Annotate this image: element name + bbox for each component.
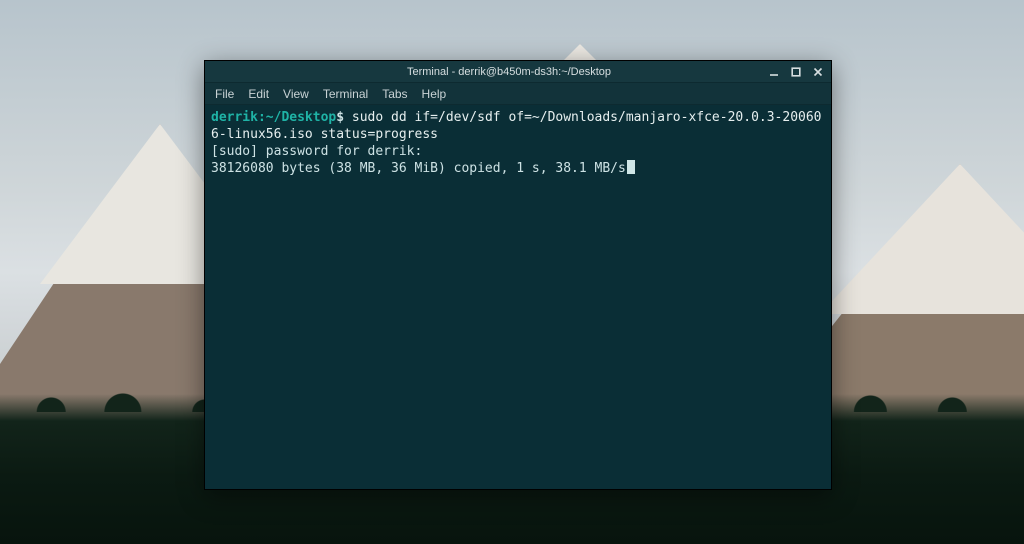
minimize-button[interactable] (767, 65, 781, 79)
desktop-wallpaper: Terminal - derrik@b450m-ds3h:~/Desktop F… (0, 0, 1024, 544)
prompt-separator: $ (336, 110, 344, 125)
menubar: File Edit View Terminal Tabs Help (205, 83, 831, 105)
maximize-icon (791, 67, 801, 77)
output-line: [sudo] password for derrik: (211, 144, 422, 159)
prompt-user-host: derrik: (211, 110, 266, 125)
terminal-body[interactable]: derrik:~/Desktop$ sudo dd if=/dev/sdf of… (205, 105, 831, 489)
menu-view[interactable]: View (283, 87, 309, 101)
close-button[interactable] (811, 65, 825, 79)
close-icon (813, 67, 823, 77)
output-line: 38126080 bytes (38 MB, 36 MiB) copied, 1… (211, 161, 626, 176)
minimize-icon (769, 67, 779, 77)
menu-help[interactable]: Help (422, 87, 447, 101)
prompt-path: ~/Desktop (266, 110, 336, 125)
menu-tabs[interactable]: Tabs (382, 87, 407, 101)
window-title: Terminal - derrik@b450m-ds3h:~/Desktop (251, 66, 767, 78)
maximize-button[interactable] (789, 65, 803, 79)
cursor-icon (627, 160, 635, 174)
menu-terminal[interactable]: Terminal (323, 87, 368, 101)
terminal-window: Terminal - derrik@b450m-ds3h:~/Desktop F… (204, 60, 832, 490)
window-controls (767, 65, 825, 79)
menu-edit[interactable]: Edit (248, 87, 269, 101)
window-titlebar[interactable]: Terminal - derrik@b450m-ds3h:~/Desktop (205, 61, 831, 83)
menu-file[interactable]: File (215, 87, 234, 101)
snow-shape (820, 164, 1024, 314)
